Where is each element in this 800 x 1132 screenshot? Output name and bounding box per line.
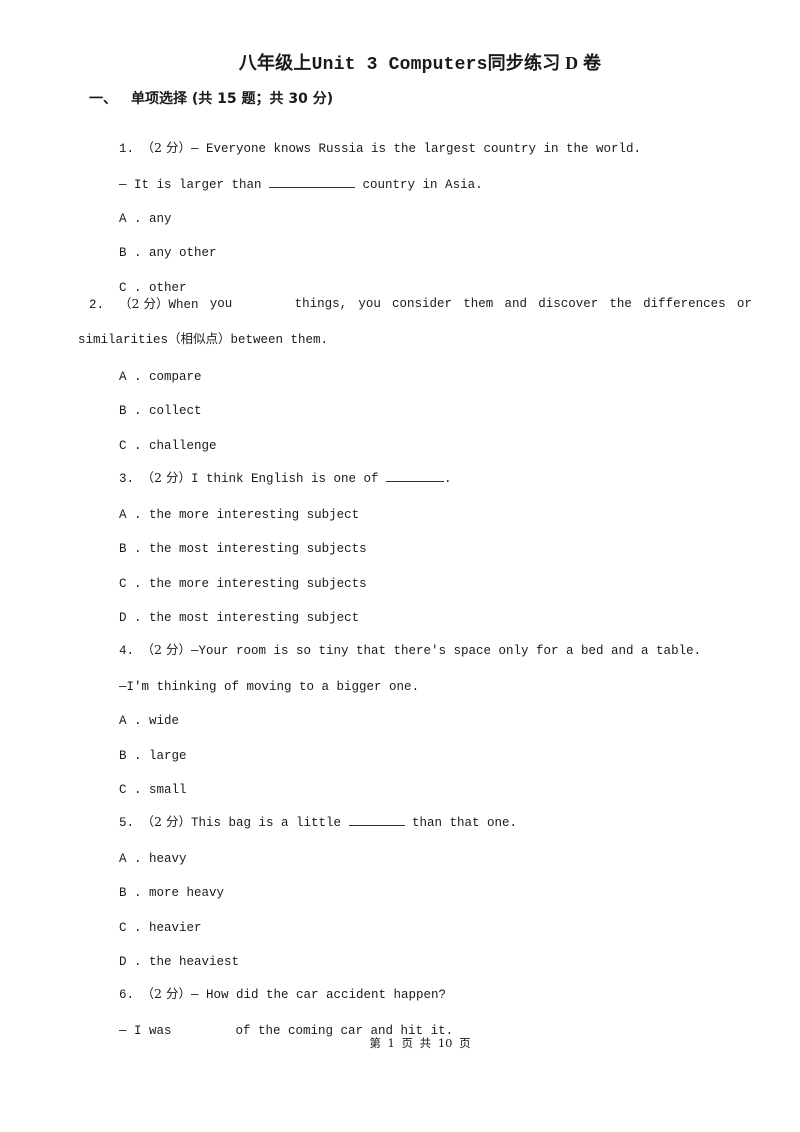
option-letter: C . [119, 921, 142, 935]
question-number: 2. [89, 298, 105, 312]
question-word: things, [294, 297, 348, 311]
question-text: . [444, 472, 452, 486]
option-letter: D . [119, 955, 142, 969]
option-text: the heaviest [149, 955, 240, 969]
question-text: country in Asia. [355, 178, 483, 192]
title-cn-suffix: 同步练习 D 卷 [487, 53, 602, 73]
question-text: I think English is one of [190, 472, 387, 486]
option-text: the most interesting subject [149, 611, 360, 625]
option-text: the more interesting subjects [149, 577, 367, 591]
question-word: them [463, 297, 494, 311]
question-word: and [504, 297, 527, 311]
option-letter: A . [119, 714, 142, 728]
option-text: small [149, 783, 187, 797]
option-letter: A . [119, 508, 142, 522]
question-number: 5. [119, 816, 135, 830]
option-letter: B . [119, 886, 142, 900]
question-text: similarities（相似点）between them. [78, 333, 329, 347]
option-text: heavy [149, 852, 187, 866]
option-text: wide [149, 714, 180, 728]
question-word: differences [643, 297, 726, 311]
question-number: 6. [119, 988, 135, 1002]
option-letter: B . [119, 542, 142, 556]
question-word: or [736, 297, 752, 311]
question-word: consider [392, 297, 453, 311]
title-en: Unit 3 Computers [311, 55, 488, 75]
option-letter: C . [119, 783, 142, 797]
question-text: — Everyone knows Russia is the largest c… [190, 142, 642, 156]
section-label: 单项选择 (共 15 题；共 30 分) [131, 91, 334, 107]
option-text: other [149, 281, 187, 295]
question-text: This bag is a little [190, 816, 349, 830]
question-2-stem: 2. （2 分）When you things, you consider th… [89, 296, 752, 313]
question-number: 1. [119, 142, 135, 156]
page-title: 八年级上Unit 3 Computers同步练习 D 卷 [0, 49, 800, 75]
option-letter: A . [119, 852, 142, 866]
title-cn-prefix: 八年级上 [238, 53, 312, 73]
answer-blank [269, 176, 356, 188]
answer-blank [386, 470, 445, 482]
section-heading: 一、 单项选择 (共 15 题；共 30 分) [89, 88, 333, 108]
option-text: challenge [149, 439, 217, 453]
question-word: discover [538, 297, 599, 311]
question-text: —I'm thinking of moving to a bigger one. [119, 680, 420, 694]
question-text: — How did the car accident happen? [190, 988, 447, 1002]
option-text: any [149, 212, 172, 226]
question-score: （2 分） [141, 814, 191, 829]
option-letter: C . [119, 439, 142, 453]
question-word: When [168, 298, 199, 312]
option-letter: B . [119, 749, 142, 763]
question-text: —Your room is so tiny that there's space… [190, 644, 702, 658]
question-number: 3. [119, 472, 135, 486]
option-text: any other [149, 246, 217, 260]
option-text: large [149, 749, 187, 763]
option-text: compare [149, 370, 202, 384]
option-letter: C . [119, 281, 142, 295]
option-letter: A . [119, 370, 142, 384]
question-score: （2 分） [141, 642, 191, 657]
option-text: more heavy [149, 886, 225, 900]
question-word: the [609, 297, 632, 311]
option-letter: D . [119, 611, 142, 625]
option-text: heavier [149, 921, 202, 935]
question-label: 2. （2 分）When [89, 296, 198, 313]
question-text: than that one. [404, 816, 518, 830]
option-text: collect [149, 404, 202, 418]
answer-gap [243, 296, 283, 313]
option-letter: A . [119, 212, 142, 226]
question-number: 4. [119, 644, 135, 658]
option-letter: B . [119, 404, 142, 418]
document-page: 八年级上Unit 3 Computers同步练习 D 卷 一、 单项选择 (共 1… [0, 0, 800, 1132]
option-text: the most interesting subjects [149, 542, 367, 556]
question-score: （2 分） [141, 986, 191, 1001]
question-word: you [358, 297, 381, 311]
option-letter: B . [119, 246, 142, 260]
option-letter: C . [119, 577, 142, 591]
answer-blank [348, 814, 405, 826]
section-number: 一、 [89, 91, 117, 107]
question-text: — It is larger than [119, 178, 270, 192]
question-word: you [209, 297, 233, 311]
page-footer: 第 1 页 共 10 页 [369, 1036, 471, 1050]
question-score: （2 分） [119, 296, 169, 311]
option-text: the more interesting subject [149, 508, 360, 522]
question-score: （2 分） [141, 470, 191, 485]
question-score: （2 分） [141, 140, 191, 155]
